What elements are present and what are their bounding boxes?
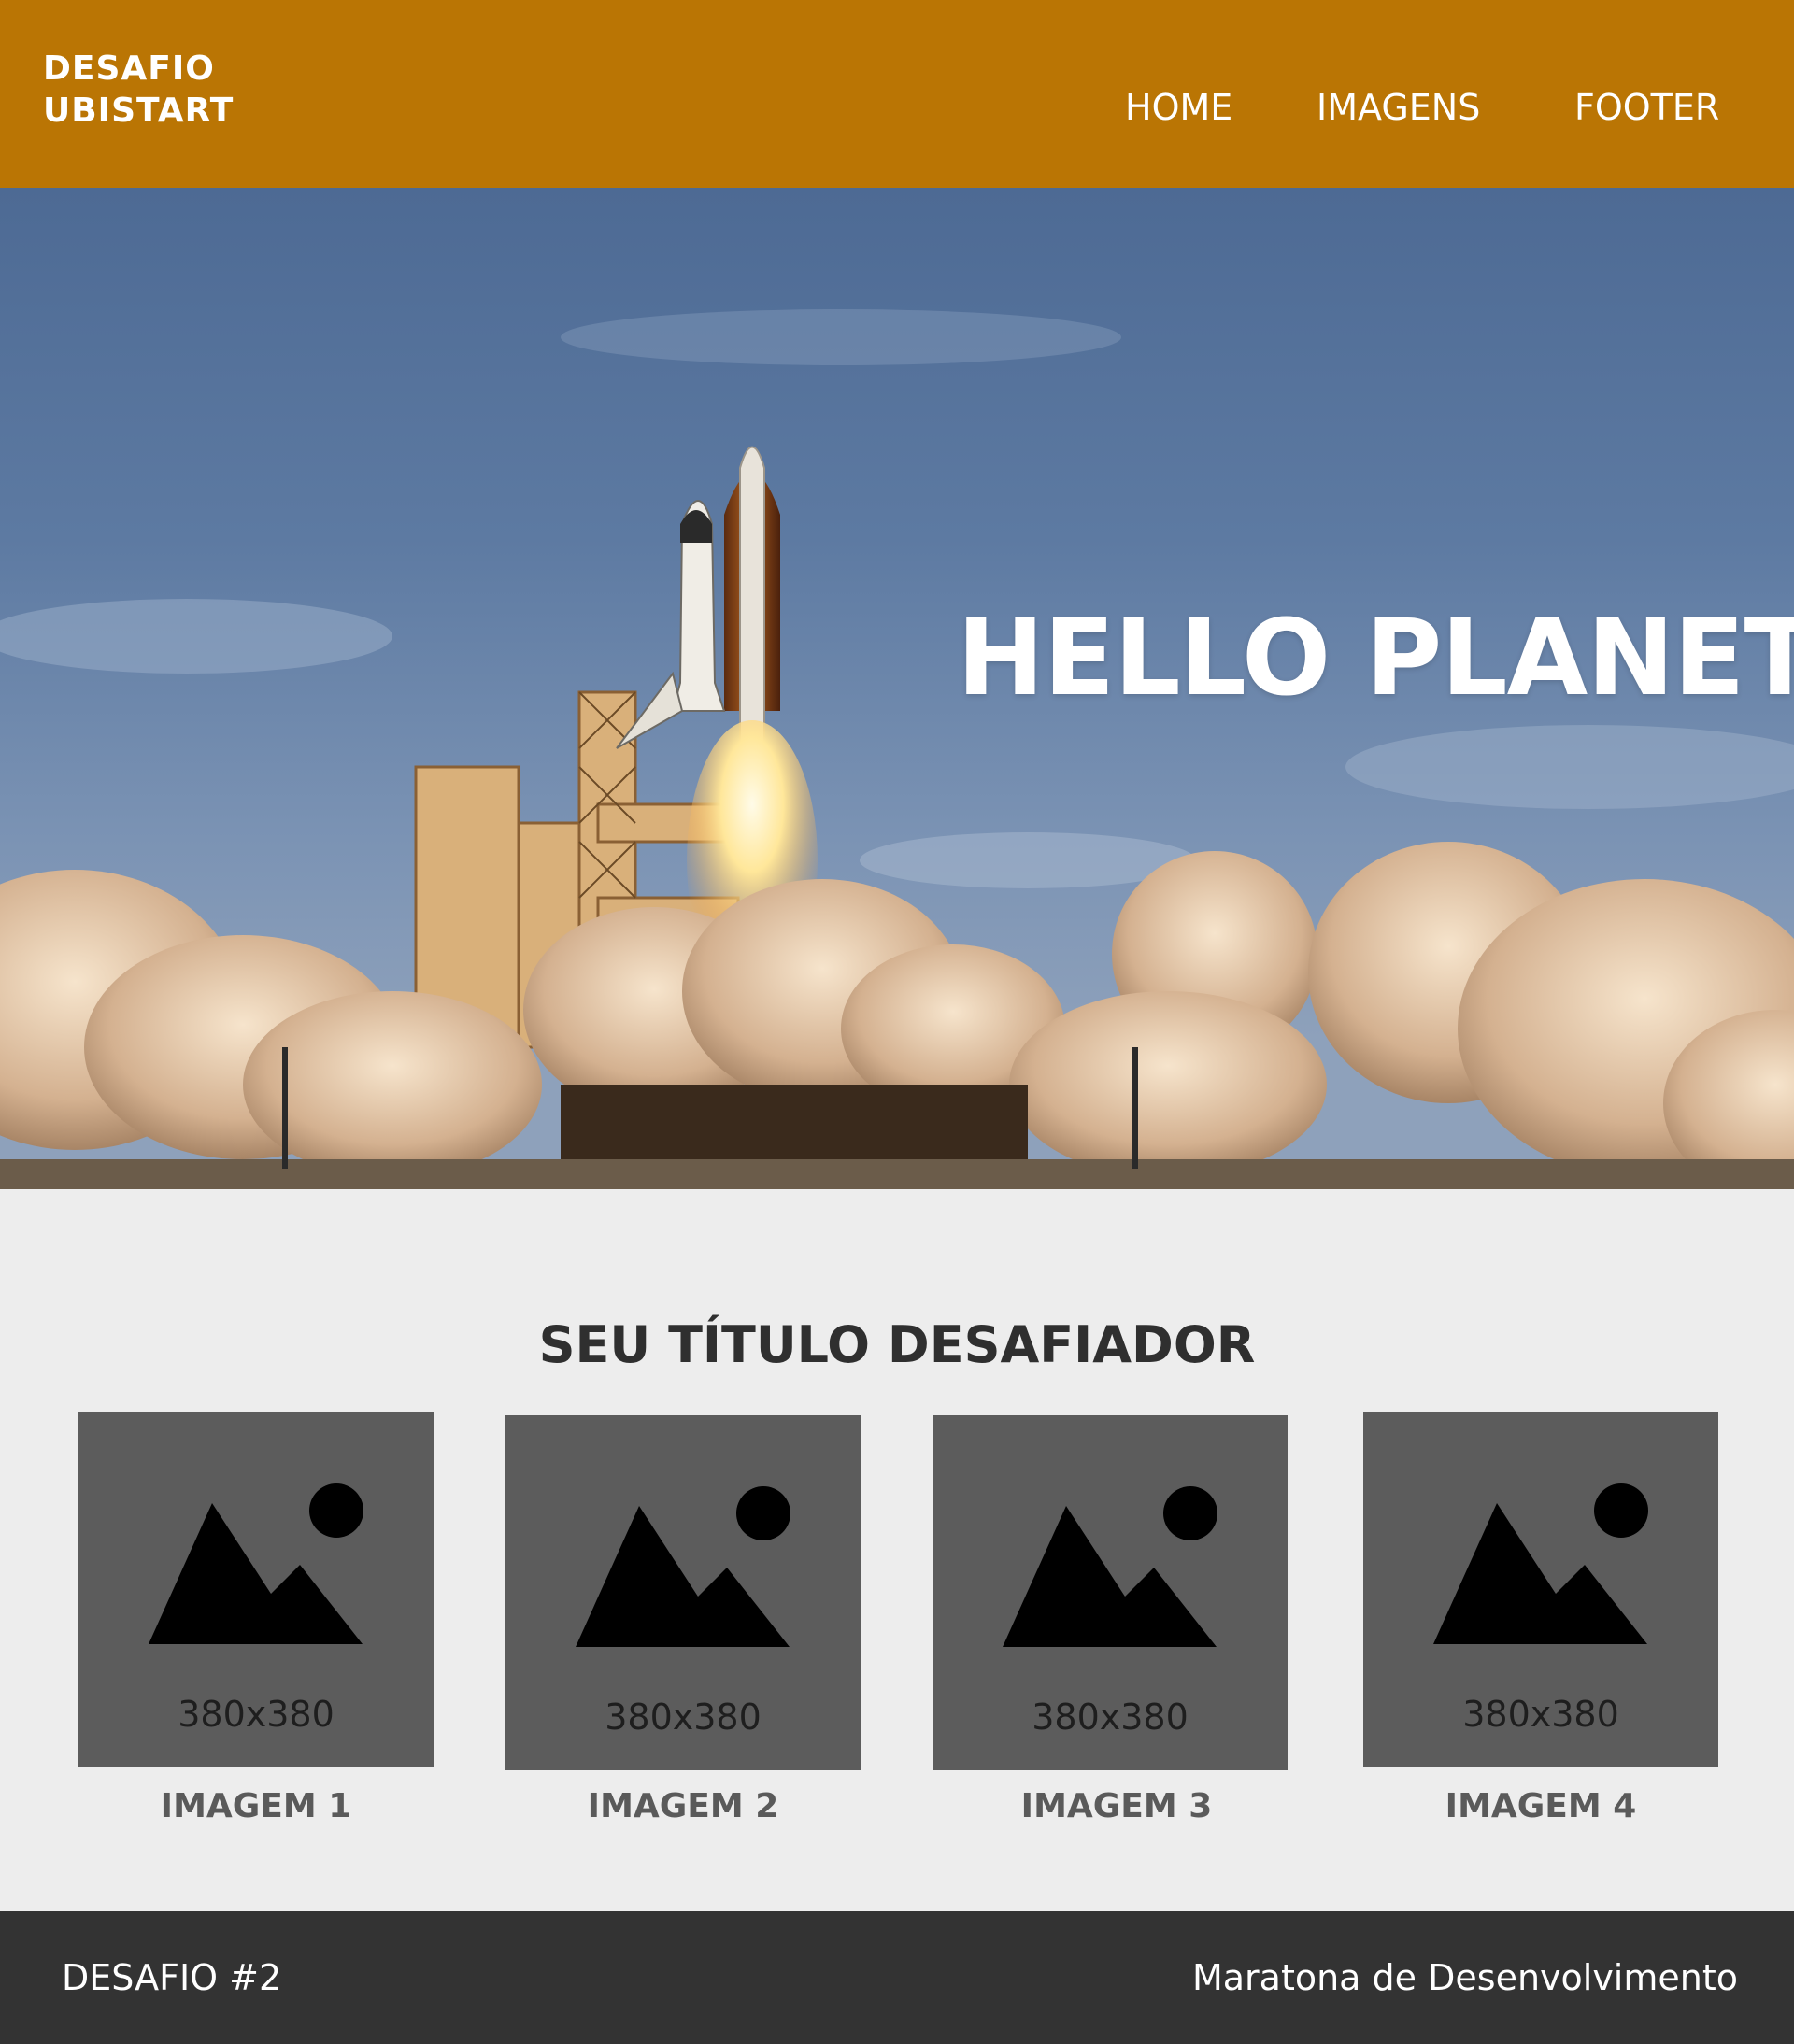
hero-title: HELLO PLANET bbox=[957, 598, 1794, 720]
site-header: DESAFIO UBISTART HOME IMAGENS FOOTER bbox=[0, 0, 1794, 188]
logo-line-1: DESAFIO bbox=[43, 50, 215, 88]
section-title: SEU TÍTULO DESAFIADOR bbox=[538, 1314, 1256, 1374]
card-label: IMAGEM 4 bbox=[1445, 1787, 1637, 1825]
card-size-label: 380x380 bbox=[1462, 1694, 1619, 1735]
logo-line-2: UBISTART bbox=[43, 92, 235, 130]
nav-link-home[interactable]: HOME bbox=[1125, 86, 1232, 129]
hero-banner: HELLO PLANET bbox=[0, 188, 1794, 1189]
image-placeholder-card[interactable]: 380x380 bbox=[505, 1415, 861, 1770]
card-size-label: 380x380 bbox=[605, 1696, 762, 1738]
image-placeholder-card[interactable]: 380x380 bbox=[78, 1412, 434, 1767]
card-size-label: 380x380 bbox=[178, 1694, 335, 1735]
image-placeholder-card[interactable]: 380x380 bbox=[1363, 1412, 1718, 1767]
card-size-label: 380x380 bbox=[1032, 1696, 1189, 1738]
site-logo[interactable]: DESAFIO UBISTART bbox=[43, 48, 234, 132]
nav-link-footer[interactable]: FOOTER bbox=[1574, 86, 1719, 129]
site-footer: DESAFIO #2 Maratona de Desenvolvimento bbox=[0, 1911, 1794, 2044]
footer-event-label: Maratona de Desenvolvimento bbox=[1191, 1957, 1738, 1998]
card-label: IMAGEM 2 bbox=[587, 1787, 779, 1825]
footer-challenge-label: DESAFIO #2 bbox=[62, 1957, 282, 1998]
nav-link-imagens[interactable]: IMAGENS bbox=[1317, 86, 1480, 129]
card-label: IMAGEM 1 bbox=[160, 1787, 352, 1825]
image-placeholder-card[interactable]: 380x380 bbox=[933, 1415, 1288, 1770]
card-label: IMAGEM 3 bbox=[1020, 1787, 1213, 1825]
